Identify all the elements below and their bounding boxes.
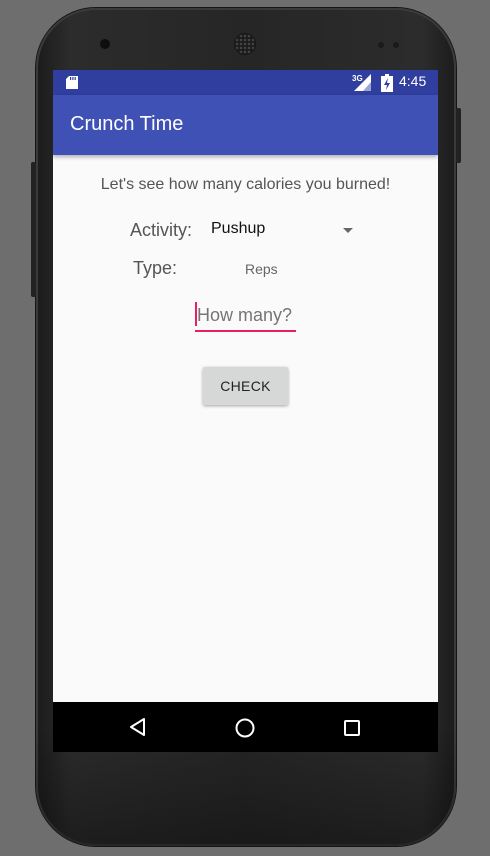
light-sensor-icon	[393, 42, 399, 48]
proximity-sensor-icon	[378, 42, 384, 48]
battery-icon	[381, 74, 393, 92]
device-screen: 3G 4:45 Crunch Time Let's see how many c…	[53, 70, 438, 752]
volume-button	[31, 162, 36, 297]
network-type-label: 3G	[352, 74, 363, 83]
activity-label: Activity:	[130, 220, 193, 240]
activity-selected-value: Pushup	[211, 220, 266, 237]
navigation-bar	[53, 702, 438, 752]
signal-icon: 3G	[352, 74, 371, 91]
type-label: Type:	[133, 258, 178, 278]
front-camera-icon	[100, 39, 110, 49]
quantity-input[interactable]	[195, 302, 298, 328]
earpiece-speaker-icon	[235, 34, 255, 54]
home-icon[interactable]	[235, 718, 255, 738]
app-bar: Crunch Time	[53, 95, 438, 155]
power-button	[456, 108, 461, 163]
intro-text: Let's see how many calories you burned!	[100, 176, 391, 193]
app-title: Crunch Time	[70, 113, 184, 135]
quantity-field[interactable]	[195, 302, 298, 332]
status-clock: 4:45	[399, 73, 427, 89]
check-button[interactable]: CHECK	[203, 367, 288, 405]
type-value: Reps	[245, 261, 278, 277]
back-icon[interactable]	[129, 718, 147, 736]
recents-icon[interactable]	[344, 720, 360, 736]
sd-card-icon	[66, 76, 78, 89]
status-bar: 3G 4:45	[53, 70, 438, 95]
dropdown-arrow-icon	[343, 228, 353, 233]
activity-spinner[interactable]: Pushup	[203, 216, 359, 244]
